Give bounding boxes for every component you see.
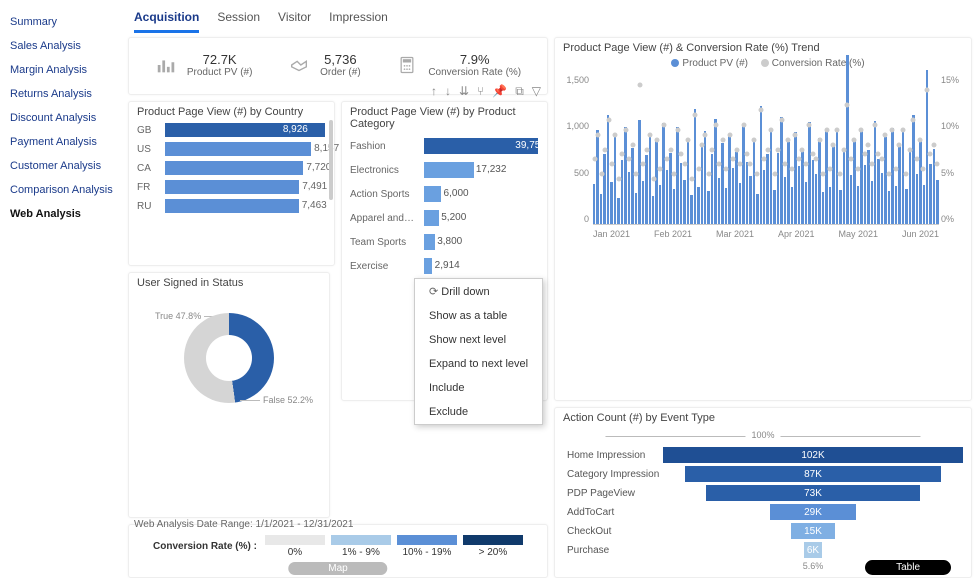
bar-row[interactable]: FR7,491 <box>137 180 326 194</box>
category-bars-chart[interactable]: Fashion39,759 Electronics17,232 Action Spo… <box>350 138 539 274</box>
legend-swatch: > 20% <box>463 535 523 558</box>
bar-row[interactable]: CA7,720 <box>137 161 326 175</box>
funnel-chart[interactable]: 100% Home Impression102K Category Impress… <box>563 428 963 571</box>
bar-row[interactable]: Team Sports3,800 <box>350 234 539 250</box>
y-axis-right: 15%10%5%0% <box>941 75 961 224</box>
handshake-icon <box>288 54 310 76</box>
menu-exclude[interactable]: Exclude <box>415 400 542 424</box>
legend-swatch: 0% <box>265 535 325 558</box>
funnel-row[interactable]: PDP PageView73K <box>663 485 963 501</box>
bar-row[interactable]: GB8,926 <box>137 123 326 137</box>
funnel-row[interactable]: Category Impression87K <box>663 466 963 482</box>
trend-card: Product Page View (#) & Conversion Rate … <box>554 37 972 401</box>
y-axis-left: 1,5001,0005000 <box>565 75 589 224</box>
bar-row[interactable]: Exercise2,914 <box>350 258 539 274</box>
kpi-value: 5,736 <box>320 52 361 67</box>
nav-margin[interactable]: Margin Analysis <box>6 58 122 82</box>
kpi-value: 72.7K <box>187 52 253 67</box>
kpi-label: Order (#) <box>320 67 361 78</box>
context-menu: Drill down Show as a table Show next lev… <box>414 278 543 425</box>
legend-swatch: 1% - 9% <box>331 535 391 558</box>
bar-row[interactable]: Electronics17,232 <box>350 162 539 178</box>
nav-summary[interactable]: Summary <box>6 10 122 34</box>
funnel-top-pct: 100% <box>751 430 774 440</box>
funnel-card: Action Count (#) by Event Type 100% Home… <box>554 407 972 578</box>
menu-show-next[interactable]: Show next level <box>415 328 542 352</box>
funnel-row[interactable]: Purchase6K <box>663 542 963 558</box>
map-button[interactable]: Map <box>288 562 387 575</box>
page-tabs: Acquisition Session Visitor Impression <box>128 0 972 37</box>
nav-web[interactable]: Web Analysis <box>6 202 122 226</box>
sidebar: Summary Sales Analysis Margin Analysis R… <box>0 0 128 532</box>
kpi-label: Product PV (#) <box>187 67 253 78</box>
tab-session[interactable]: Session <box>217 8 260 33</box>
country-bars-chart[interactable]: GB8,926 US8,157 CA7,720 FR7,491 RU7,463 <box>137 123 326 213</box>
card-title: User Signed in Status <box>137 277 321 289</box>
kpi-product-pv: 72.7KProduct PV (#) <box>155 52 253 78</box>
nav-discount[interactable]: Discount Analysis <box>6 106 122 130</box>
trend-legend: Product PV (#) Conversion Rate (%) <box>563 58 963 69</box>
tab-acquisition[interactable]: Acquisition <box>134 8 199 33</box>
tab-visitor[interactable]: Visitor <box>278 8 311 33</box>
legend-title: Conversion Rate (%) : <box>153 541 257 552</box>
donut-chart[interactable]: True 47.8% False 52.2% <box>137 293 321 423</box>
bar-row[interactable]: Fashion39,759 <box>350 138 539 154</box>
card-title: Product Page View (#) & Conversion Rate … <box>563 42 963 54</box>
bar-row[interactable]: RU7,463 <box>137 199 326 213</box>
card-title: Product Page View (#) by Product Categor… <box>350 106 539 130</box>
nav-payment[interactable]: Payment Analysis <box>6 130 122 154</box>
date-range: Web Analysis Date Range: 1/1/2021 - 12/3… <box>134 519 353 530</box>
kpi-conversion: 7.9%Conversion Rate (%) <box>396 52 521 78</box>
card-title: Product Page View (#) by Country <box>137 106 326 118</box>
menu-include[interactable]: Include <box>415 376 542 400</box>
nav-returns[interactable]: Returns Analysis <box>6 82 122 106</box>
calculator-icon <box>396 54 418 76</box>
x-axis: Jan 2021Feb 2021Mar 2021Apr 2021May 2021… <box>593 229 939 239</box>
country-card: Product Page View (#) by Country GB8,926… <box>128 101 335 266</box>
bar-row[interactable]: Apparel and F...5,200 <box>350 210 539 226</box>
menu-expand-next[interactable]: Expand to next level <box>415 352 542 376</box>
menu-drill-down[interactable]: Drill down <box>415 279 542 304</box>
funnel-row[interactable]: CheckOut15K <box>663 523 963 539</box>
table-button[interactable]: Table <box>865 560 951 575</box>
nav-customer[interactable]: Customer Analysis <box>6 154 122 178</box>
card-title: Action Count (#) by Event Type <box>563 412 963 424</box>
signed-card: User Signed in Status True 47.8% False 5… <box>128 272 330 518</box>
filter-icon[interactable]: ▽ <box>532 84 541 99</box>
main-content: Acquisition Session Visitor Impression 7… <box>128 0 980 532</box>
legend-swatch: 10% - 19% <box>397 535 457 558</box>
donut-false-label: False 52.2% <box>237 395 313 405</box>
funnel-row[interactable]: AddToCart29K <box>663 504 963 520</box>
kpi-order: 5,736Order (#) <box>288 52 361 78</box>
bar-chart-icon <box>155 54 177 76</box>
drill-down-icon[interactable]: ↓ <box>445 84 451 99</box>
legend-card: Conversion Rate (%) : 0% 1% - 9% 10% - 19%… <box>128 524 548 578</box>
menu-show-table[interactable]: Show as a table <box>415 304 542 328</box>
pin-icon[interactable]: 📌 <box>492 84 507 99</box>
funnel-row[interactable]: Home Impression102K <box>663 447 963 463</box>
nav-comparison[interactable]: Comparison Analysis <box>6 178 122 202</box>
expand-all-icon[interactable]: ⇊ <box>459 84 469 99</box>
nav-sales[interactable]: Sales Analysis <box>6 34 122 58</box>
tab-impression[interactable]: Impression <box>329 8 388 33</box>
hierarchy-icon[interactable]: ⑂ <box>477 84 484 99</box>
kpi-value: 7.9% <box>428 52 521 67</box>
bar-row[interactable]: Action Sports6,000 <box>350 186 539 202</box>
scroll-thumb[interactable] <box>329 120 333 200</box>
drill-up-icon[interactable]: ↑ <box>431 84 437 99</box>
copy-icon[interactable]: ⧉ <box>515 84 524 99</box>
visual-toolbar: ↑ ↓ ⇊ ⑂ 📌 ⧉ ▽ <box>431 84 541 99</box>
kpi-label: Conversion Rate (%) <box>428 67 521 78</box>
bar-row[interactable]: US8,157 <box>137 142 326 156</box>
trend-chart[interactable]: 1,5001,0005000 15%10%5%0% <box>593 75 939 225</box>
